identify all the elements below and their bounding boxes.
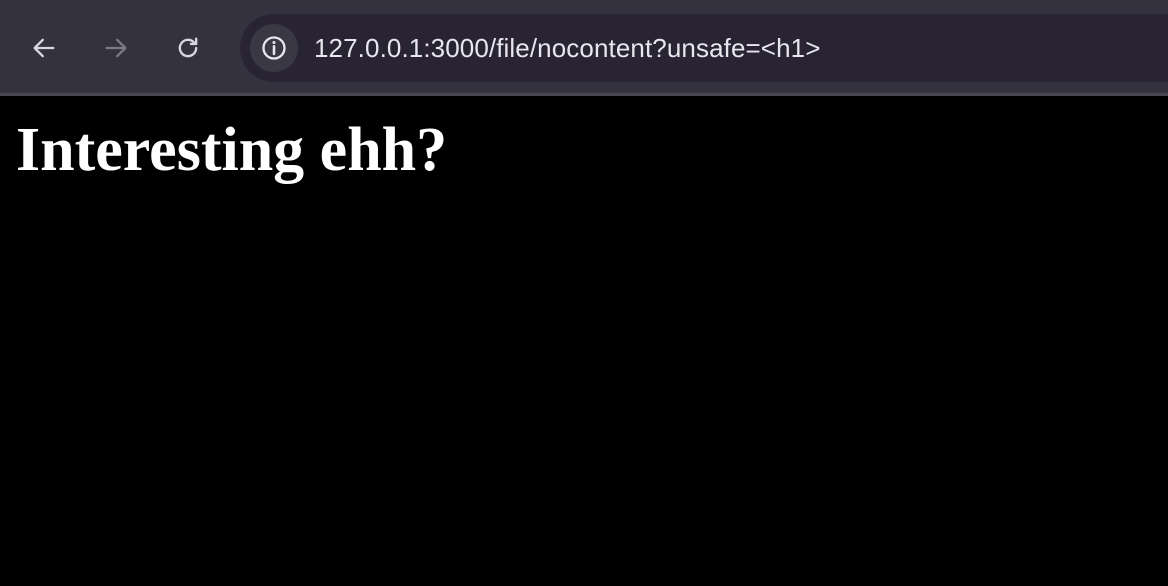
page-content: Interesting ehh? [0, 96, 1168, 586]
address-bar[interactable]: 127.0.0.1:3000/file/nocontent?unsafe=<h1… [240, 14, 1168, 82]
arrow-left-icon [33, 38, 55, 58]
forward-button[interactable] [92, 24, 140, 72]
page-heading: Interesting ehh? [16, 116, 448, 184]
back-button[interactable] [20, 24, 68, 72]
browser-toolbar: 127.0.0.1:3000/file/nocontent?unsafe=<h1… [0, 0, 1168, 96]
reload-button[interactable] [164, 24, 212, 72]
site-info-button[interactable] [250, 24, 298, 72]
reload-icon [178, 37, 198, 58]
info-icon [262, 36, 286, 60]
arrow-right-icon [105, 38, 127, 58]
url-text[interactable]: 127.0.0.1:3000/file/nocontent?unsafe=<h1… [314, 14, 820, 82]
